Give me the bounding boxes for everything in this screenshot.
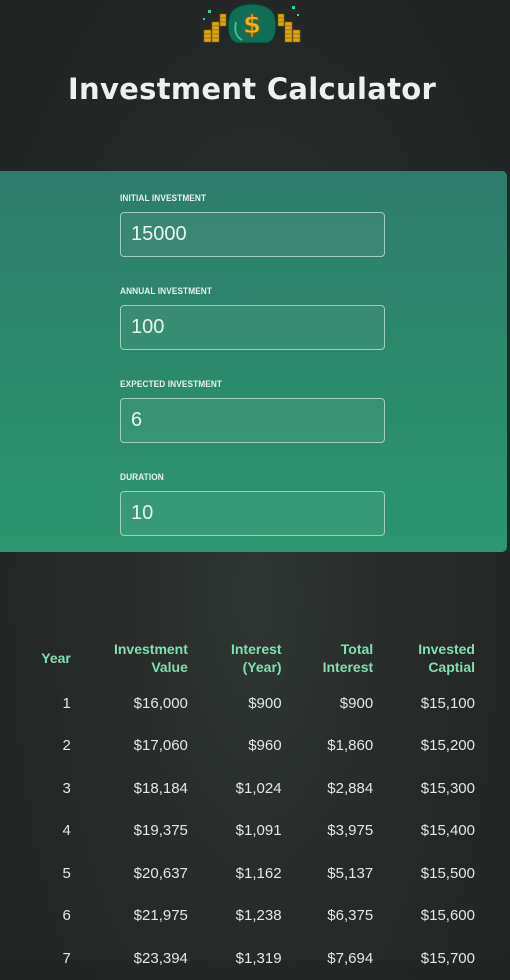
cell-year: 6 [62, 907, 71, 925]
annual-investment-field: ANNUAL INVESTMENT [120, 285, 385, 350]
table-row: 2 $17,060 $960 $1,860 $15,200 [23, 725, 476, 768]
cell-year: 7 [62, 949, 71, 967]
cell-investment-value: $20,637 [133, 864, 188, 882]
cell-interest-year: $1,024 [235, 779, 282, 797]
expected-investment-label: EXPECTED INVESTMENT [120, 379, 223, 389]
cell-investment-value: $18,184 [133, 779, 188, 797]
cell-invested-capital: $15,200 [420, 737, 475, 755]
cell-total-interest: $6,375 [327, 907, 374, 925]
input-form-card: INITIAL INVESTMENT ANNUAL INVESTMENT EXP… [0, 171, 507, 552]
cell-investment-value: $21,975 [133, 907, 188, 925]
cell-invested-capital: $15,400 [420, 822, 475, 840]
cell-invested-capital: $15,100 [420, 694, 475, 712]
cell-interest-year: $1,238 [235, 907, 282, 925]
coin-stack-right [277, 13, 301, 43]
header-investment-value: Investment Value [113, 641, 188, 675]
svg-text:$: $ [243, 10, 261, 40]
table-row: 6 $21,975 $1,238 $6,375 $15,600 [23, 895, 476, 938]
cell-invested-capital: $15,300 [420, 779, 475, 797]
cell-interest-year: $1,319 [235, 949, 282, 967]
cell-year: 4 [62, 822, 71, 840]
page-title: Investment Calculator [67, 72, 437, 106]
initial-investment-input[interactable] [120, 212, 385, 257]
cell-year: 2 [62, 737, 71, 755]
cell-interest-year: $1,162 [235, 864, 282, 882]
header-interest-year: Interest (Year) [230, 641, 282, 675]
annual-investment-label: ANNUAL INVESTMENT [120, 286, 213, 296]
table-row: 4 $19,375 $1,091 $3,975 $15,400 [23, 810, 476, 853]
cell-total-interest: $2,884 [327, 779, 374, 797]
cell-investment-value: $16,000 [133, 694, 188, 712]
cell-investment-value: $17,060 [133, 737, 188, 755]
cell-year: 5 [62, 864, 71, 882]
cell-investment-value: $23,394 [133, 949, 188, 967]
header-invested-capital: Invested Captial [418, 641, 475, 675]
money-bag-icon: $ [203, 3, 301, 44]
header-year: Year [41, 650, 71, 666]
initial-investment-label: INITIAL INVESTMENT [120, 193, 207, 203]
table-row: 1 $16,000 $900 $900 $15,100 [23, 682, 476, 725]
cell-total-interest: $5,137 [327, 864, 374, 882]
duration-field: DURATION [120, 471, 385, 536]
cell-year: 3 [62, 779, 71, 797]
cell-invested-capital: $15,500 [420, 864, 475, 882]
cell-interest-year: $1,091 [235, 822, 282, 840]
table-row: 5 $20,637 $1,162 $5,137 $15,500 [23, 852, 476, 895]
cell-total-interest: $3,975 [327, 822, 374, 840]
coin-stack-left [203, 13, 227, 43]
initial-investment-field: INITIAL INVESTMENT [120, 192, 385, 257]
expected-investment-field: EXPECTED INVESTMENT [120, 378, 385, 443]
results-table: Year Investment Value Interest (Year) Tota… [23, 628, 475, 980]
annual-investment-input[interactable] [120, 305, 385, 350]
cell-invested-capital: $15,700 [420, 949, 475, 967]
cell-total-interest: $7,694 [327, 949, 374, 967]
table-row: 3 $18,184 $1,024 $2,884 $15,300 [23, 767, 476, 810]
duration-input[interactable] [120, 491, 385, 536]
cell-invested-capital: $15,600 [420, 907, 475, 925]
header-total-interest: Total Interest [322, 641, 374, 675]
duration-label: DURATION [120, 472, 164, 482]
expected-investment-input[interactable] [120, 398, 385, 443]
cell-total-interest: $1,860 [327, 737, 374, 755]
cell-interest-year: $900 [248, 694, 282, 712]
cell-total-interest: $900 [339, 694, 374, 712]
table-row: 7 $23,394 $1,319 $7,694 $15,700 [23, 937, 476, 980]
table-header-row: Year Investment Value Interest (Year) Tota… [23, 628, 475, 682]
cell-year: 1 [62, 694, 71, 712]
cell-investment-value: $19,375 [133, 822, 188, 840]
cell-interest-year: $960 [248, 737, 282, 755]
